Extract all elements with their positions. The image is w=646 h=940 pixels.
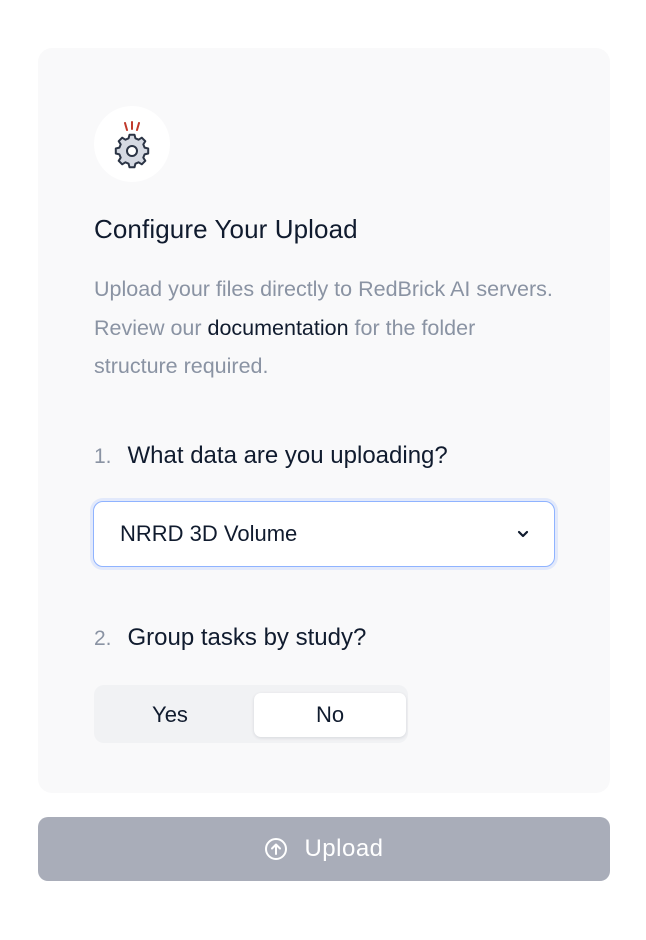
upload-button[interactable]: Upload: [38, 817, 610, 881]
page-title: Configure Your Upload: [94, 214, 358, 244]
toggle-option-no[interactable]: No: [254, 693, 406, 737]
upload-button-label: Upload: [304, 835, 384, 862]
upload-circle-icon: [264, 837, 288, 861]
group-by-study-toggle: Yes No: [94, 685, 408, 743]
upload-description: Upload your files directly to RedBrick A…: [94, 270, 554, 386]
chevron-down-icon: [517, 530, 529, 538]
select-value: NRRD 3D Volume: [120, 521, 298, 546]
question-label: What data are you uploading?: [127, 442, 448, 469]
question-label: Group tasks by study?: [127, 624, 367, 651]
upload-config-card: Configure Your Upload Upload your files …: [38, 48, 610, 793]
question-number: 1.: [94, 445, 112, 468]
settings-icon-badge: [94, 106, 170, 182]
gear-alert-icon: [114, 121, 150, 169]
question-number: 2.: [94, 627, 112, 650]
toggle-option-yes[interactable]: Yes: [94, 693, 246, 737]
question-data-type: 1. What data are you uploading?: [94, 442, 448, 470]
documentation-link[interactable]: documentation: [208, 316, 349, 340]
data-type-select[interactable]: NRRD 3D Volume: [93, 501, 555, 567]
question-group-by-study: 2. Group tasks by study?: [94, 624, 366, 652]
